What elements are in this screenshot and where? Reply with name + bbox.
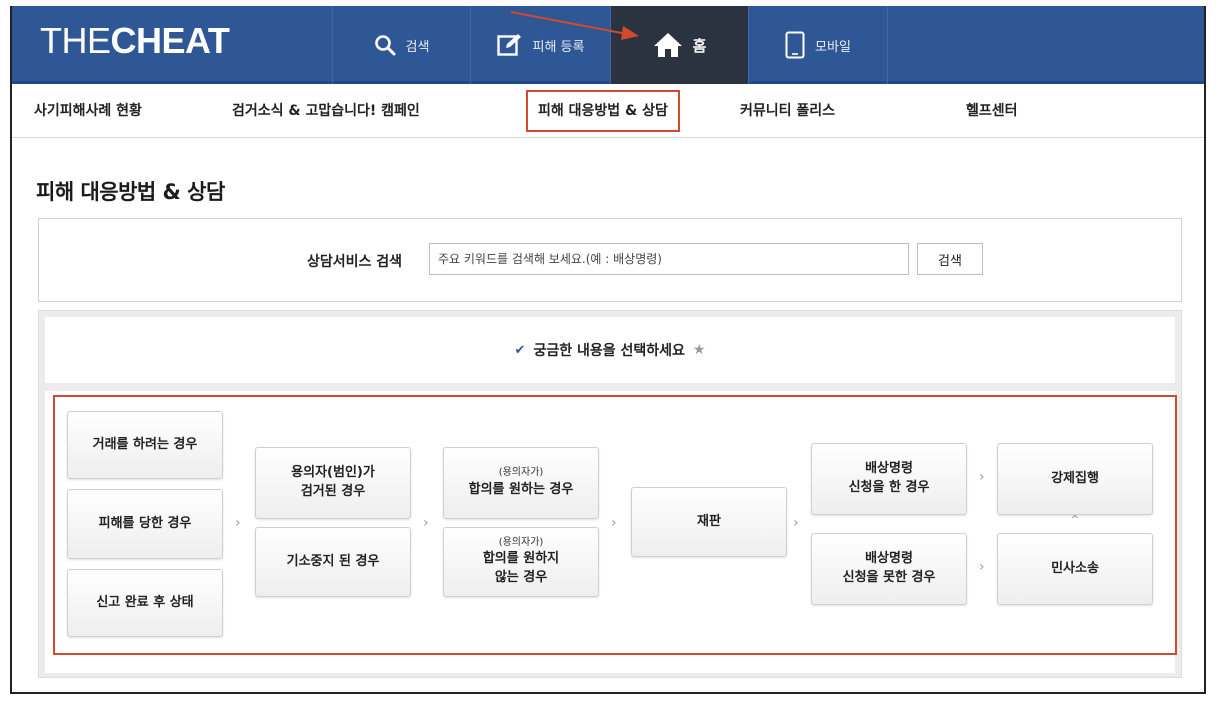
flow-label-small: (용의자가) <box>498 536 544 548</box>
flow-label-small: (용의자가) <box>498 467 544 479</box>
subnav-item-response-consult[interactable]: 피해 대응방법 & 상담 <box>526 90 680 132</box>
flow-button-indictment-suspended[interactable]: 기소중지 된 경우 <box>255 527 411 597</box>
flow-button-damaged[interactable]: 피해를 당한 경우 <box>67 489 223 559</box>
flow-button-before-trade[interactable]: 거래를 하려는 경우 <box>67 411 223 479</box>
mobile-icon <box>785 31 805 59</box>
flow-label: 배상명령 <box>865 461 913 477</box>
logo-text-bold: CHEAT <box>110 20 230 61</box>
search-icon <box>374 34 396 56</box>
flow-label: 거래를 하려는 경우 <box>92 436 198 452</box>
flow-label: 검거된 경우 <box>300 484 366 499</box>
subnav-item-fraud-cases[interactable]: 사기피해사례 현황 <box>34 84 142 138</box>
subnav-item-help-center[interactable]: 헬프센터 <box>966 84 1018 138</box>
search-label: 상담서비스 검색 <box>307 254 403 270</box>
page-frame: THECHEAT 검색 피해 등록 홈 모바일 사기피해사례 현황 검거소식 &… <box>10 6 1206 694</box>
flow-label: 신청을 한 경우 <box>848 480 930 495</box>
nav-tab-mobile-label: 모바일 <box>815 39 851 55</box>
chevron-right-icon: › <box>793 515 799 531</box>
secondary-navigation: 사기피해사례 현황 검거소식 & 고맙습니다! 캠페인 피해 대응방법 & 상담… <box>12 84 1204 138</box>
subnav-item-arrest-news[interactable]: 검거소식 & 고맙습니다! 캠페인 <box>232 84 420 138</box>
check-icon: ✔ <box>514 342 526 358</box>
nav-tab-search[interactable]: 검색 <box>332 6 470 84</box>
annotation-arrow <box>510 11 639 40</box>
search-button[interactable]: 검색 <box>917 243 983 275</box>
site-logo[interactable]: THECHEAT <box>40 20 230 62</box>
logo-text-light: THE <box>40 20 111 61</box>
star-icon: ★ <box>692 342 706 358</box>
select-header: ✔ 궁금한 내용을 선택하세요 ★ <box>45 317 1175 383</box>
flow-button-compensation-filed[interactable]: 배상명령 신청을 한 경우 <box>811 443 967 515</box>
select-content-panel: ✔ 궁금한 내용을 선택하세요 ★ 거래를 하려는 경우 피해를 당한 경우 신… <box>38 310 1182 678</box>
flow-button-trial[interactable]: 재판 <box>631 487 787 557</box>
chevron-right-icon: › <box>423 515 429 531</box>
flow-label: 신고 완료 후 상태 <box>96 594 194 610</box>
flow-button-after-report[interactable]: 신고 완료 후 상태 <box>67 569 223 637</box>
flow-label: 용의자(범인)가 <box>291 465 375 481</box>
flow-button-suspect-caught[interactable]: 용의자(범인)가 검거된 경우 <box>255 447 411 519</box>
flow-label: 신청을 못한 경우 <box>842 570 936 585</box>
chevron-up-icon: ⌃ <box>1069 513 1081 529</box>
flow-label: 않는 경우 <box>494 570 548 586</box>
flow-label: 재판 <box>697 513 721 529</box>
consult-search-panel: 상담서비스 검색 검색 <box>38 218 1182 302</box>
flow-label: 피해를 당한 경우 <box>98 515 192 531</box>
search-input[interactable] <box>429 243 909 275</box>
nav-tab-home-label: 홈 <box>692 36 707 55</box>
chevron-right-icon: › <box>235 515 241 531</box>
flow-button-refuses-settlement[interactable]: (용의자가) 합의를 원하지 않는 경우 <box>443 527 599 597</box>
flow-label: 합의를 원하지 <box>482 551 560 567</box>
chevron-right-icon: › <box>979 469 985 485</box>
flow-label: 기소중지 된 경우 <box>286 553 380 569</box>
flow-button-wants-settlement[interactable]: (용의자가) 합의를 원하는 경우 <box>443 447 599 519</box>
nav-tab-mobile[interactable]: 모바일 <box>748 6 888 84</box>
nav-tab-search-label: 검색 <box>405 39 430 55</box>
response-flowchart: 거래를 하려는 경우 피해를 당한 경우 신고 완료 후 상태 › 용의자(범인… <box>45 391 1177 673</box>
flow-button-civil-suit[interactable]: 민사소송 <box>997 533 1153 605</box>
chevron-right-icon: › <box>611 515 617 531</box>
flow-label: 강제집행 <box>1051 470 1099 486</box>
select-title: 궁금한 내용을 선택하세요 <box>533 343 685 359</box>
flow-label: 배상명령 <box>865 551 913 567</box>
page-title: 피해 대응방법 & 상담 <box>36 180 225 204</box>
flow-label: 합의를 원하는 경우 <box>468 481 574 497</box>
flow-button-forced-execution[interactable]: 강제집행 <box>997 443 1153 515</box>
flow-button-compensation-not-filed[interactable]: 배상명령 신청을 못한 경우 <box>811 533 967 605</box>
chevron-right-icon: › <box>979 559 985 575</box>
subnav-item-community-police[interactable]: 커뮤니티 폴리스 <box>740 84 835 138</box>
flow-label: 민사소송 <box>1051 560 1099 576</box>
